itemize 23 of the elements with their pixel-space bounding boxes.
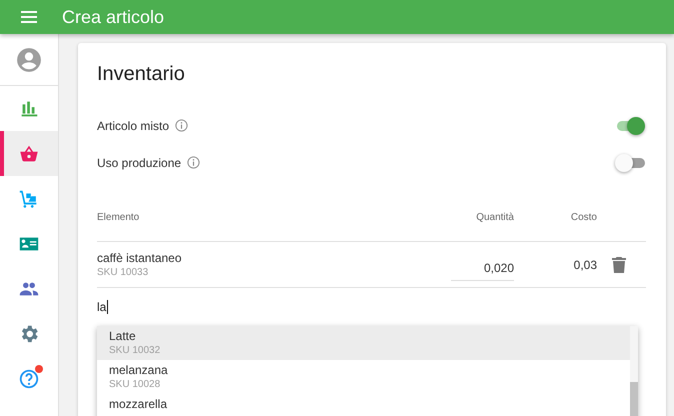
delete-icon[interactable]	[612, 256, 626, 272]
cost-cell-text: 0,03	[572, 258, 597, 272]
sidebar-item[interactable]	[0, 131, 58, 176]
toggle-label: Uso produzione	[97, 156, 182, 170]
account-icon[interactable]	[16, 46, 42, 72]
search-field[interactable]: la	[97, 300, 108, 314]
column-header: Elemento	[97, 212, 140, 223]
toggle-switch[interactable]	[615, 152, 645, 172]
app-title: Crea articolo	[62, 6, 164, 28]
toggle-label: Articolo misto	[97, 118, 170, 132]
menu-icon[interactable]	[21, 11, 37, 23]
item-sku: SKU 10033	[97, 267, 150, 278]
column-header: Quantità	[475, 212, 514, 223]
card-title: Inventario	[97, 62, 186, 87]
suggestion-item[interactable]: melanzana SKU 10028	[97, 360, 630, 394]
info-icon[interactable]	[175, 119, 188, 132]
toggle-switch[interactable]	[615, 116, 645, 136]
suggestion-item[interactable]: mozzarella	[97, 394, 630, 416]
help-icon	[18, 368, 40, 390]
item-name: caffè istantaneo	[97, 251, 183, 265]
info-icon[interactable]	[187, 156, 200, 169]
suggestion-item[interactable]: Latte SKU 10032	[97, 326, 630, 360]
column-header: Costo	[570, 212, 597, 223]
